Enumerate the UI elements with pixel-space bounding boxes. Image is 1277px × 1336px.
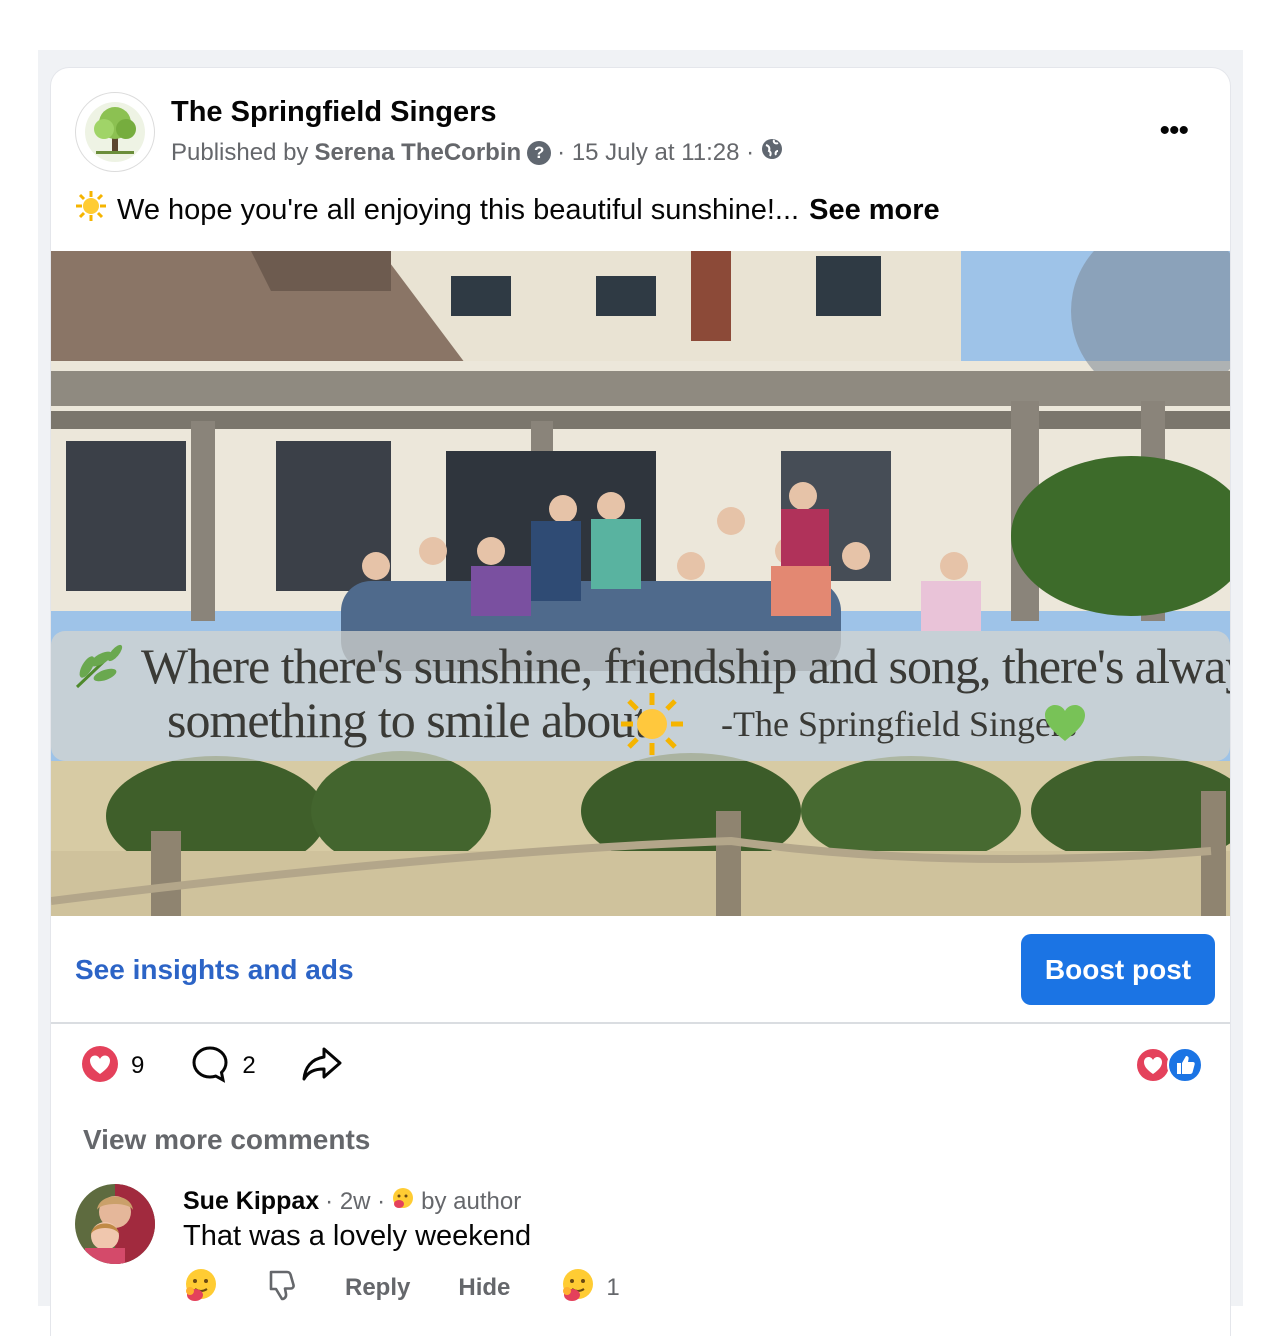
page-name[interactable]: The Springfield Singers — [171, 96, 497, 129]
comment-react-button[interactable] — [183, 1267, 219, 1310]
reaction-button[interactable]: 9 — [81, 1045, 144, 1088]
reaction-summary[interactable] — [1134, 1046, 1204, 1089]
love-reaction-icon — [81, 1045, 119, 1088]
thumbs-down-icon — [265, 1268, 299, 1309]
comment-actions: Reply Hide 1 — [183, 1268, 620, 1308]
hug-emoji-icon — [560, 1267, 596, 1310]
hide-button[interactable]: Hide — [458, 1274, 510, 1302]
more-options-icon[interactable]: ••• — [1159, 114, 1188, 148]
commenter-name[interactable]: Sue Kippax — [183, 1187, 319, 1216]
quote-line-1: Where there's sunshine, friendship and s… — [141, 638, 1230, 694]
comment-time[interactable]: · 2w · — [325, 1188, 385, 1216]
comment-icon — [190, 1044, 230, 1089]
see-more-link[interactable]: See more — [809, 194, 940, 227]
author-badge: by author — [421, 1187, 522, 1215]
view-more-comments[interactable]: View more comments — [83, 1124, 370, 1156]
see-insights-link[interactable]: See insights and ads — [75, 954, 354, 986]
sun-emoji-icon — [75, 190, 107, 230]
comment-reaction-count: 1 — [606, 1274, 620, 1301]
post-body: We hope you're all enjoying this beautif… — [117, 193, 800, 226]
comment-button[interactable]: 2 — [190, 1044, 256, 1089]
comment-text: That was a lovely weekend — [183, 1220, 532, 1252]
post-actions: 9 2 — [81, 1044, 344, 1088]
like-reaction-icon — [1166, 1046, 1204, 1089]
share-icon — [300, 1044, 344, 1089]
published-by-label: Published by — [171, 138, 309, 166]
quote-signature: -The Springfield Singers — [721, 704, 1077, 744]
reply-button[interactable]: Reply — [345, 1274, 410, 1302]
boost-post-button[interactable]: Boost post — [1021, 934, 1215, 1005]
hug-emoji-icon — [183, 1267, 219, 1310]
commenter-avatar[interactable] — [75, 1184, 155, 1264]
comment-header: Sue Kippax · 2w · by author — [183, 1186, 521, 1217]
comment-reactions[interactable]: 1 — [560, 1267, 620, 1310]
author-name[interactable]: Serena TheCorbin — [314, 139, 521, 167]
sun-emoji-icon — [619, 691, 685, 757]
post-meta: Published by Serena TheCorbin ? · 15 Jul… — [171, 137, 784, 168]
quote-line-2: something to smile about. — [167, 692, 660, 748]
post-date[interactable]: · 15 July at 11:28 · — [557, 139, 754, 167]
page-avatar[interactable] — [75, 92, 155, 172]
post-photo[interactable]: Where there's sunshine, friendship and s… — [51, 251, 1230, 916]
hug-emoji-icon — [391, 1186, 415, 1217]
divider — [51, 1022, 1230, 1024]
post-text: We hope you're all enjoying this beautif… — [75, 190, 940, 230]
photo-quote: Where there's sunshine, friendship and s… — [51, 631, 1230, 761]
reactions-count: 9 — [131, 1052, 145, 1079]
comment-dislike-button[interactable] — [265, 1268, 299, 1309]
herb-emoji-icon — [69, 641, 127, 691]
globe-icon — [760, 137, 784, 168]
comments-count: 2 — [242, 1052, 256, 1079]
green-heart-icon — [1043, 703, 1087, 743]
post-card: The Springfield Singers Published by Ser… — [51, 68, 1230, 1336]
share-button[interactable] — [300, 1044, 344, 1089]
help-icon[interactable]: ? — [527, 140, 552, 165]
